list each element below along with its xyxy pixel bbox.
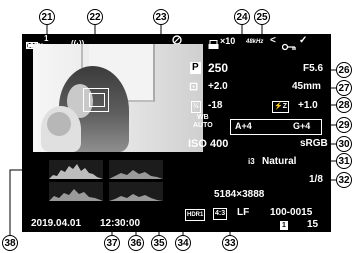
exposure-compensation: +2.0 (208, 81, 228, 92)
sound-icon: 48kHz (246, 39, 264, 45)
histogram-green (49, 182, 103, 201)
flash-compensation: +1.0 (298, 100, 318, 111)
shooting-mode: P (190, 62, 201, 74)
battery-level: 1 (44, 34, 49, 43)
highlight-shadow-icon: ½ (191, 101, 201, 113)
aperture: F5.6 (303, 63, 324, 74)
flash-comp-icon: ⚡Z (272, 101, 289, 113)
print-reserve-icon (208, 37, 219, 55)
wb-comp-amber: A+4 (235, 121, 252, 131)
image-count: 15 (307, 219, 319, 230)
focal-length: 45mm (292, 81, 321, 92)
check-icon: ✓ (299, 35, 308, 46)
histogram-red (109, 160, 163, 179)
share-icon: < (270, 35, 276, 46)
protect-icon (281, 38, 296, 56)
white-balance-value: AUTO (193, 122, 213, 129)
white-balance-label: WB (197, 114, 209, 121)
frame-number: 1/8 (309, 174, 323, 185)
wb-compensation-box: A+4 G+4 (230, 119, 322, 135)
metering-icon: ⊡ (189, 81, 199, 93)
histogram-blue (109, 182, 163, 201)
shutter-speed: 250 (208, 61, 229, 75)
iso-value: ISO 400 (188, 138, 229, 150)
camera-info-screen: 1 100% ((·)) ×10 48kHz < ✓ P 250 F5.6 ⊡ … (22, 34, 331, 232)
histogram-luminance (49, 160, 103, 179)
resolution: 5184×3888 (214, 189, 265, 200)
picture-mode: Natural (262, 156, 297, 167)
color-space: sRGB (300, 138, 328, 149)
picture-mode-icon: i3 (248, 157, 255, 166)
wb-comp-green: G+4 (293, 121, 311, 131)
card-slot-icon: 1 (280, 221, 288, 230)
highlight-shadow-value: -18 (208, 100, 223, 111)
print-reserve-count: ×10 (220, 36, 236, 46)
capture-time: 12:30:00 (100, 218, 141, 229)
af-frame (83, 88, 109, 112)
aspect-badge: 4:3 (213, 208, 228, 220)
file-number: 100-0015 (270, 207, 313, 218)
hdr-badge: HDR1 (185, 209, 206, 221)
image-quality: LF (237, 207, 250, 218)
image-preview (33, 44, 203, 152)
capture-date: 2019.04.01 (31, 218, 82, 229)
